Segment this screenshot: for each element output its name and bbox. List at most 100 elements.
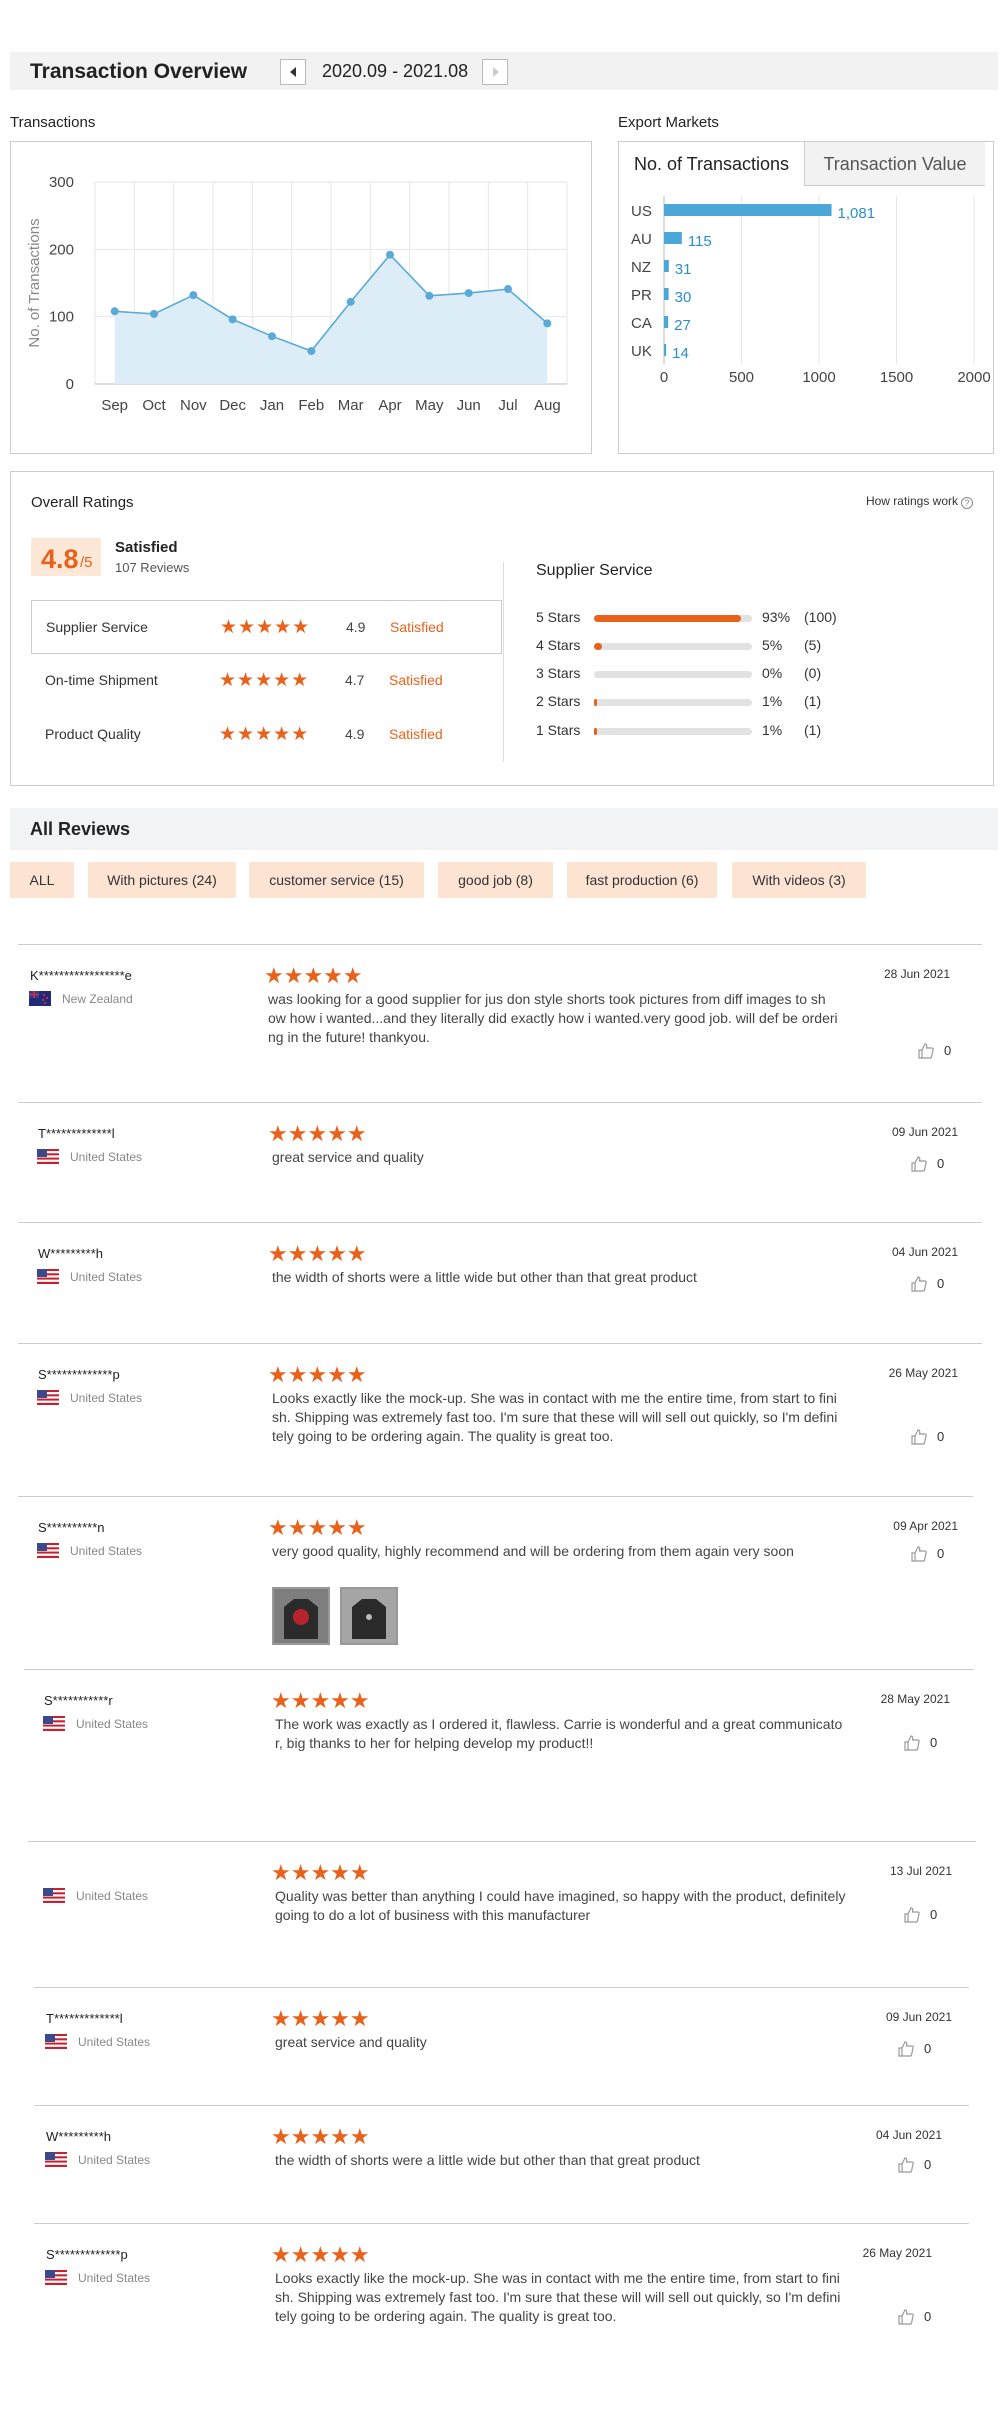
data-point	[189, 291, 198, 300]
star-rating-icon: ★★★★★	[219, 724, 310, 745]
star-rating-icon: ★★★★★	[271, 2006, 370, 2031]
review-date: 04 Jun 2021	[891, 1245, 958, 1259]
star-rating-icon: ★★★★★	[268, 1121, 367, 1146]
review-date: 09 Jun 2021	[885, 2010, 952, 2024]
x-tick-label: Aug	[534, 397, 561, 414]
thumbs-up-icon[interactable]	[917, 1042, 935, 1060]
review-separator	[34, 2223, 969, 2224]
export-panel: No. of Transactions Transaction Value 0 5…	[618, 141, 994, 454]
filter-chip-all[interactable]: ALL	[10, 862, 74, 898]
thumbs-up-icon[interactable]	[903, 1734, 921, 1752]
filter-chip-with-pictures[interactable]: With pictures (24)	[88, 862, 236, 898]
us-flag	[45, 2152, 67, 2167]
star-rating-icon: ★★★★★	[271, 1688, 370, 1713]
x-tick-label: Jun	[457, 397, 481, 414]
star-distribution-row: 4 Stars 5% (5)	[536, 637, 866, 655]
help-icon: ?	[961, 497, 973, 509]
review-date: 28 May 2021	[880, 1692, 950, 1706]
star-distribution-row: 3 Stars 0% (0)	[536, 665, 866, 683]
reviewer-name: S*************p	[46, 2247, 128, 2262]
category-score: 4.9	[346, 619, 366, 635]
data-point	[425, 291, 434, 300]
reviewer-name: W*********h	[46, 2129, 112, 2144]
review-text: great service and quality	[272, 1149, 424, 1165]
star-level-label: 4 Stars	[536, 637, 581, 653]
thumbs-up-icon[interactable]	[910, 1428, 928, 1446]
category-label: UK	[631, 343, 652, 360]
reviewer-country: United States	[76, 1889, 149, 1903]
category-label: AU	[631, 231, 652, 248]
review-photo-thumbnail[interactable]	[340, 1587, 398, 1645]
x-tick-label: Oct	[142, 397, 166, 414]
category-label: NZ	[631, 259, 651, 276]
bar-value-label: 31	[675, 261, 692, 278]
review-date: 09 Jun 2021	[891, 1125, 958, 1139]
like-count: 0	[924, 2309, 932, 2324]
thumbs-up-icon[interactable]	[910, 1155, 928, 1173]
thumbs-up-icon[interactable]	[897, 2308, 915, 2326]
distribution-count: (1)	[804, 693, 822, 709]
filter-chip-customer-service[interactable]: customer service (15)	[249, 862, 424, 898]
x-tick-label: Jul	[498, 397, 517, 414]
y-tick-label: 300	[49, 174, 74, 191]
thumbs-up-icon[interactable]	[897, 2156, 915, 2174]
ratings-divider	[503, 562, 504, 762]
data-point	[307, 347, 316, 356]
x-tick-label: 2000	[957, 369, 990, 386]
bar-value-label: 14	[672, 345, 689, 362]
review-text: Looks exactly like the mock-up. She was …	[275, 2270, 840, 2286]
distribution-fill	[594, 615, 741, 622]
x-tick-label: Sep	[101, 397, 128, 414]
rating-category-row: Product Quality ★★★★★ 4.9 Satisfied	[31, 708, 502, 762]
export-chart: 0 500 1000 1500 2000 US 1,081 AU 115 NZ 31 PR 30 CA 27…	[631, 196, 991, 386]
star-rating-icon: ★★★★★	[271, 2242, 370, 2267]
distribution-percent: 1%	[762, 722, 783, 738]
thumbs-up-icon[interactable]	[910, 1545, 928, 1563]
next-period-button[interactable]	[482, 59, 508, 85]
how-ratings-work-label: How ratings work	[865, 494, 958, 508]
filter-chip-good-job[interactable]: good job (8)	[438, 862, 553, 898]
bar	[664, 316, 669, 328]
prev-period-button[interactable]	[280, 59, 306, 85]
reviewer-country: United States	[70, 1150, 143, 1164]
filter-chip-fast-production[interactable]: fast production (6)	[567, 862, 717, 898]
review-count: 107 Reviews	[115, 560, 190, 575]
review-text: was looking for a good supplier for jus …	[268, 991, 826, 1007]
filter-chip-with-videos[interactable]: With videos (3)	[732, 862, 866, 898]
overview-title: Transaction Overview	[30, 60, 248, 83]
thumbs-up-icon[interactable]	[910, 1275, 928, 1293]
thumbs-up-icon[interactable]	[903, 1906, 921, 1924]
review-photo-thumbnail[interactable]	[272, 1587, 330, 1645]
review-separator	[24, 1669, 974, 1670]
us-flag	[45, 2034, 67, 2049]
overview-header: Transaction Overview 2020.09 - 2021.08	[10, 52, 998, 90]
tab-no-of-transactions[interactable]: No. of Transactions	[619, 142, 805, 186]
review-text: the width of shorts were a little wide b…	[275, 2152, 700, 2168]
like-count: 0	[944, 1043, 952, 1058]
x-tick-label: May	[415, 397, 444, 414]
review-text: r, big thanks to her for helping develop…	[275, 1735, 594, 1751]
review-separator	[18, 1102, 982, 1103]
reviewer-country: United States	[78, 2153, 151, 2167]
bar-value-label: 30	[675, 289, 692, 306]
like-count: 0	[924, 2041, 932, 2056]
us-flag	[45, 2270, 67, 2285]
nz-flag	[29, 991, 51, 1006]
x-tick-label: Nov	[180, 397, 207, 414]
us-flag	[37, 1543, 59, 1558]
how-ratings-work-link[interactable]: How ratings work?	[866, 494, 973, 509]
overall-score-denominator: /5	[80, 554, 93, 571]
reviewer-country: United States	[70, 1391, 143, 1405]
distribution-bar	[594, 671, 752, 678]
category-satisfaction: Satisfied	[389, 726, 443, 742]
reviewer-name: T*************l	[46, 2011, 123, 2026]
tab-transaction-value[interactable]: Transaction Value	[805, 142, 985, 186]
all-reviews-header: All Reviews	[10, 808, 998, 850]
thumbs-up-icon[interactable]	[897, 2040, 915, 2058]
like-count: 0	[937, 1546, 945, 1561]
reviewer-name: S**********n	[38, 1520, 105, 1535]
bar-value-label: 115	[688, 233, 712, 250]
bar-value-label: 27	[674, 317, 691, 334]
reviewer-name: T*************l	[38, 1126, 115, 1141]
like-count: 0	[937, 1156, 945, 1171]
